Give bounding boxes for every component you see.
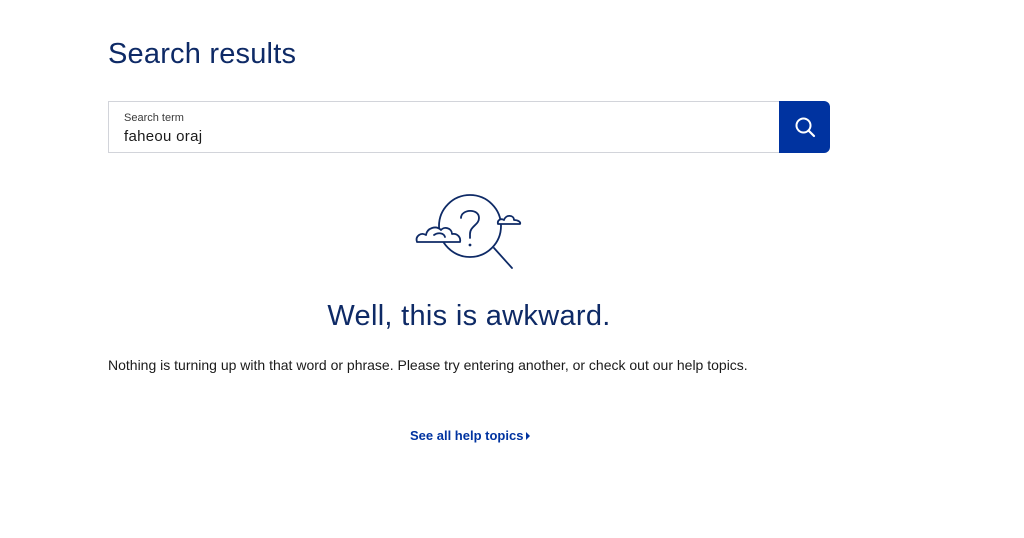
help-link-label: See all help topics — [410, 428, 524, 443]
empty-state-heading: Well, this is awkward. — [327, 300, 611, 332]
caret-right-icon — [526, 431, 531, 440]
search-results-page: Search results Search term faheou oraj W… — [0, 0, 1024, 538]
magnifier-question-clouds-icon — [410, 188, 530, 274]
search-input[interactable] — [124, 128, 724, 145]
see-all-help-topics-link[interactable]: See all help topics — [410, 428, 531, 443]
empty-state-message: Nothing is turning up with that word or … — [108, 357, 748, 373]
search-field-label: Search term — [124, 112, 184, 124]
search-icon — [794, 116, 816, 138]
page-title: Search results — [108, 38, 297, 70]
search-field[interactable]: Search term — [108, 101, 779, 153]
search-button[interactable] — [779, 101, 830, 153]
search-form: Search term — [108, 101, 830, 153]
